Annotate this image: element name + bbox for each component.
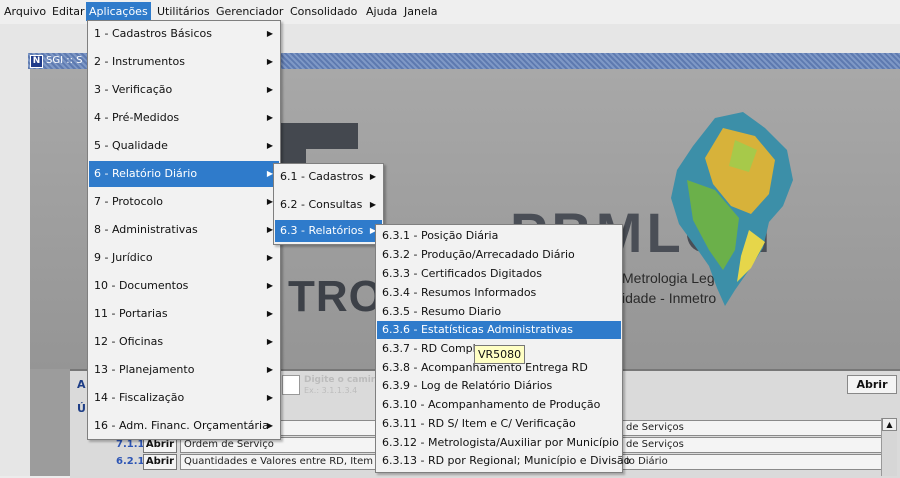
menu-arquivo[interactable]: Arquivo (4, 5, 46, 18)
menu-item-fiscalizacao[interactable]: 14 - Fiscalização ▶ (89, 385, 279, 411)
menu-item-label: 9 - Jurídico (94, 251, 153, 264)
submenu-arrow-icon: ▶ (266, 253, 273, 262)
window-title: SGI :: S (46, 55, 83, 66)
menu-gerenciador[interactable]: Gerenciador (216, 5, 283, 18)
row-field-right[interactable]: de Serviços (622, 437, 882, 453)
tooltip: VR5080 (474, 345, 526, 364)
scroll-up-icon[interactable]: ▲ (882, 418, 897, 431)
row-field-right[interactable]: de Serviços (622, 420, 882, 436)
menu-consolidado[interactable]: Consolidado (290, 5, 357, 18)
row-open-button[interactable]: Abrir (143, 454, 177, 470)
report-item-posicao-diaria[interactable]: 6.3.1 - Posição Diária (377, 227, 621, 245)
menu-item-label: 14 - Fiscalização (94, 391, 185, 404)
logo-left-text: TRO (288, 272, 384, 321)
menu-item-documentos[interactable]: 10 - Documentos ▶ (89, 273, 279, 299)
menu-item-qualidade[interactable]: 5 - Qualidade ▶ (89, 133, 279, 159)
submenu-arrow-icon: ▶ (266, 85, 273, 94)
menu-aplicacoes[interactable]: Aplicações (86, 2, 151, 21)
report-item-acompanhamento-producao[interactable]: 6.3.10 - Acompanhamento de Produção (377, 396, 621, 414)
submenu-arrow-icon: ▶ (266, 309, 273, 318)
report-item-rd-regional[interactable]: 6.3.13 - RD por Regional; Município e Di… (377, 452, 630, 470)
menu-item-protocolo[interactable]: 7 - Protocolo ▶ (89, 189, 279, 215)
submenu-arrow-icon: ▶ (266, 421, 273, 430)
submenu-item-cadastros[interactable]: 6.1 - Cadastros ▶ (275, 164, 382, 190)
menu-item-instrumentos[interactable]: 2 - Instrumentos ▶ (89, 49, 279, 75)
menu-item-adm-financ[interactable]: 16 - Adm. Financ. Orçamentária ▶ (89, 413, 279, 439)
path-hint: Digite o camir (304, 375, 376, 385)
menu-item-label: 4 - Pré-Medidos (94, 111, 180, 124)
report-item-resumo-diario[interactable]: 6.3.5 - Resumo Diario (377, 303, 621, 321)
menu-item-planejamento[interactable]: 13 - Planejamento ▶ (89, 357, 279, 383)
menu-item-verificacao[interactable]: 3 - Verificação ▶ (89, 77, 279, 103)
menu-utilitarios[interactable]: Utilitários (157, 5, 210, 18)
menu-item-juridico[interactable]: 9 - Jurídico ▶ (89, 245, 279, 271)
menu-item-label: 10 - Documentos (94, 279, 189, 292)
submenu-arrow-icon: ▶ (266, 337, 273, 346)
path-example: Ex.: 3.1.1.3.4 (304, 386, 358, 395)
menu-item-label: 8 - Administrativas (94, 223, 198, 236)
menu-item-label: 13 - Planejamento (94, 363, 195, 376)
access-label: A (77, 378, 86, 391)
row-code: 6.2.1 (116, 456, 145, 467)
submenu-arrow-icon: ▶ (266, 29, 273, 38)
submenu-item-relatorios[interactable]: 6.3 - Relatórios ▶ (275, 220, 382, 242)
menu-item-cadastros-basicos[interactable]: 1 - Cadastros Básicos ▶ (89, 21, 279, 47)
submenu-item-consultas[interactable]: 6.2 - Consultas ▶ (275, 192, 382, 218)
menu-item-label: 6.1 - Cadastros (280, 170, 364, 183)
path-input[interactable] (282, 375, 300, 395)
menu-item-label: 1 - Cadastros Básicos (94, 27, 212, 40)
row-field[interactable]: Quantidades e Valores entre RD, Item de … (180, 454, 381, 470)
report-item-estatisticas[interactable]: 6.3.6 - Estatísticas Administrativas (377, 321, 621, 339)
submenu-arrow-icon: ▶ (266, 281, 273, 290)
report-item-resumos-informados[interactable]: 6.3.4 - Resumos Informados (377, 284, 621, 302)
menu-item-label: 2 - Instrumentos (94, 55, 185, 68)
menu-item-label: 12 - Oficinas (94, 335, 164, 348)
app-icon: N (30, 55, 43, 68)
submenu-arrow-icon: ▶ (266, 393, 273, 402)
vertical-scrollbar[interactable]: ▲ (881, 418, 897, 476)
report-item-rd-item-verificacao[interactable]: 6.3.11 - RD S/ Item e C/ Verificação (377, 415, 621, 433)
menu-item-pre-medidos[interactable]: 4 - Pré-Medidos ▶ (89, 105, 279, 131)
menu-ajuda[interactable]: Ajuda (366, 5, 397, 18)
report-item-log[interactable]: 6.3.9 - Log de Relatório Diários (377, 377, 621, 395)
menu-item-label: 6.2 - Consultas (280, 198, 363, 211)
submenu-arrow-icon: ▶ (266, 113, 273, 122)
relatorio-diario-submenu: 6.1 - Cadastros ▶ 6.2 - Consultas ▶ 6.3 - … (273, 163, 384, 245)
brazil-map-icon (671, 112, 793, 306)
menu-item-relatorio-diario[interactable]: 6 - Relatório Diário ▶ (89, 161, 279, 187)
menu-item-label: 11 - Portarias (94, 307, 168, 320)
menu-item-label: 6 - Relatório Diário (94, 167, 198, 180)
menu-item-label: 5 - Qualidade (94, 139, 168, 152)
submenu-arrow-icon: ▶ (266, 365, 273, 374)
row-field-right[interactable]: io Diário (622, 454, 882, 470)
submenu-arrow-icon: ▶ (266, 141, 273, 150)
report-item-producao-arrecadado[interactable]: 6.3.2 - Produção/Arrecadado Diário (377, 246, 621, 264)
aplicacoes-menu: 1 - Cadastros Básicos ▶ 2 - Instrumentos ▶… (87, 20, 281, 440)
menu-item-label: 3 - Verificação (94, 83, 173, 96)
recent-label: Ú (77, 402, 86, 415)
report-item-metrologista[interactable]: 6.3.12 - Metrologista/Auxiliar por Munic… (377, 434, 621, 452)
menu-item-portarias[interactable]: 11 - Portarias ▶ (89, 301, 279, 327)
menu-item-administrativas[interactable]: 8 - Administrativas ▶ (89, 217, 279, 243)
open-button[interactable]: Abrir (847, 375, 897, 394)
menu-janela[interactable]: Janela (404, 5, 438, 18)
row-code: 7.1.1 (116, 439, 145, 450)
menu-item-label: 7 - Protocolo (94, 195, 164, 208)
menu-item-label: 6.3 - Relatórios (280, 224, 364, 237)
report-item-certificados[interactable]: 6.3.3 - Certificados Digitados (377, 265, 621, 283)
submenu-arrow-icon: ▶ (369, 200, 376, 209)
submenu-arrow-icon: ▶ (369, 172, 376, 181)
menu-item-oficinas[interactable]: 12 - Oficinas ▶ (89, 329, 279, 355)
menu-editar[interactable]: Editar (52, 5, 85, 18)
submenu-arrow-icon: ▶ (266, 57, 273, 66)
menu-item-label: 16 - Adm. Financ. Orçamentária (94, 419, 269, 432)
